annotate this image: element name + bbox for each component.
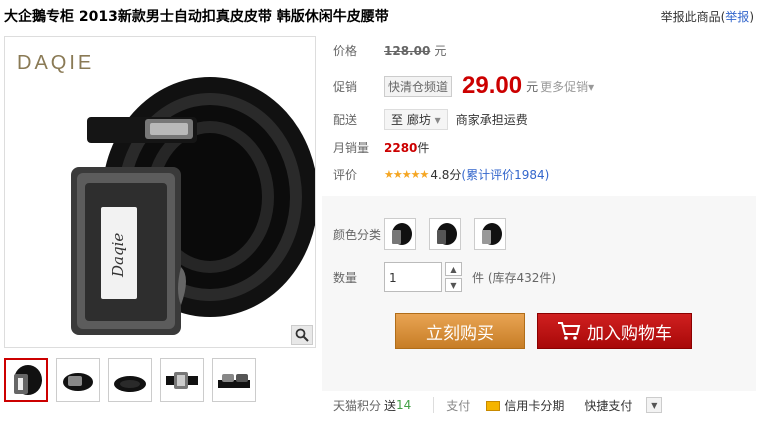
thumbnail-5[interactable] [212,358,256,402]
zoom-button[interactable] [291,325,313,345]
promo-label: 促销 [333,79,358,94]
shipping-note: 商家承担运费 [455,113,528,127]
promo-channel-tag[interactable]: 快清仓频道 [384,75,453,97]
thumbnail-1[interactable] [4,358,48,402]
points-prefix: 送 [384,398,397,413]
color-row: 颜色分类 [322,218,519,250]
buy-now-button[interactable]: 立刻购买 [395,313,525,349]
caret-down-icon: ▾ [434,113,441,127]
points-payment-row: 天猫积分 送 14 支付 信用卡分期 快捷支付 ▼ [322,391,756,419]
belt-image: DAQIE Daqie [17,52,315,335]
belt-thumb-icon [166,372,198,389]
original-price: 128.00 [384,43,431,58]
chevron-down-icon: ▼ [450,280,457,290]
belt-swatch-icon [392,223,412,245]
points-value: 14 [396,398,412,412]
action-row: 立刻购买 加入购物车 [395,313,692,349]
more-promotions[interactable]: 更多促销▾ [540,78,594,95]
chevron-up-icon: ▲ [450,264,457,274]
color-swatch-1[interactable] [384,218,416,250]
payment-label: 支付 [446,398,471,413]
belt-thumb-icon [14,365,42,395]
sales-count: 2280 [384,140,418,155]
sku-selection-box: 颜色分类 数量 1 ▲ ▼ 件 (库存432件) 立刻购买 加入购物车 [322,196,756,391]
promo-price: 29.00 [462,72,523,99]
installment-option[interactable]: 信用卡分期 [486,397,564,414]
sales-unit: 件 [417,141,430,155]
product-title: 大企鵝专柜 2013新款男士自动扣真皮皮带 韩版休闲牛皮腰带 [4,9,389,25]
quick-pay-option[interactable]: 快捷支付 [584,397,632,414]
quantity-decrease-button[interactable]: ▼ [445,278,462,292]
more-promotions-label: 更多促销 [540,79,589,94]
report-text: 举报此商品( [660,10,726,24]
quantity-label: 数量 [333,270,358,285]
price-label: 价格 [333,44,358,58]
belt-swatch-icon [482,223,502,245]
stock-info: 件 (库存432件) [472,270,557,285]
main-product-image[interactable]: DAQIE Daqie [4,36,316,348]
promo-row: 促销 快清仓频道 29.00 元 更多促销▾ [322,72,594,100]
points-label: 天猫积分 [333,398,382,413]
rating-row: 评价 ★★★★★ 4.8分 (累计评价1984) [322,166,549,183]
promo-unit: 元 [526,79,539,94]
price-unit: 元 [434,44,447,58]
thumbnail-4[interactable] [160,358,204,402]
quantity-stepper: ▲ ▼ [445,262,462,292]
magnifier-icon [295,328,309,342]
belt-thumb-icon [63,373,93,391]
price-row: 价格 128.00 元 [322,42,446,59]
color-swatch-3[interactable] [474,218,506,250]
rating-label: 评价 [333,168,358,182]
review-count-link[interactable]: (累计评价1984) [461,166,549,183]
thumbnail-2[interactable] [56,358,100,402]
credit-card-icon [486,401,501,411]
color-label: 颜色分类 [333,227,382,242]
add-to-cart-button[interactable]: 加入购物车 [537,313,692,349]
region-select[interactable]: 至 廊坊 ▾ [384,109,448,130]
installment-label: 信用卡分期 [504,398,565,413]
delivery-row: 配送 至 廊坊 ▾ 商家承担运费 [322,109,528,130]
buckle-brand-text: Daqie [109,233,127,278]
chevron-down-icon: ▼ [651,400,658,410]
report-product: 举报此商品(举报) [661,8,754,25]
thumbnail-3[interactable] [108,358,152,402]
rating-score: 4.8分 [430,168,462,182]
belt-thumb-icon [218,374,250,388]
report-close-paren: ) [749,10,754,24]
belt-swatch-icon [437,223,457,245]
sales-label: 月销量 [333,141,370,155]
thumbnail-strip [4,358,256,402]
payment-dropdown-button[interactable]: ▼ [646,397,663,413]
shopping-cart-icon [558,322,581,340]
rating-stars: ★★★★★ [384,168,429,181]
quantity-row: 数量 1 ▲ ▼ 件 (库存432件) [322,262,556,292]
delivery-label: 配送 [333,113,358,127]
caret-down-icon: ▾ [588,79,595,94]
add-to-cart-label: 加入购物车 [587,323,672,344]
region-value: 至 廊坊 [391,113,431,127]
quantity-input[interactable]: 1 [384,262,442,292]
sales-row: 月销量 2280 件 [322,139,429,156]
quantity-increase-button[interactable]: ▲ [445,262,462,276]
report-link[interactable]: 举报 [725,10,749,24]
divider [433,397,435,413]
belt-thumb-icon [114,376,146,392]
color-swatch-2[interactable] [429,218,461,250]
brand-logo: DAQIE [17,52,94,74]
